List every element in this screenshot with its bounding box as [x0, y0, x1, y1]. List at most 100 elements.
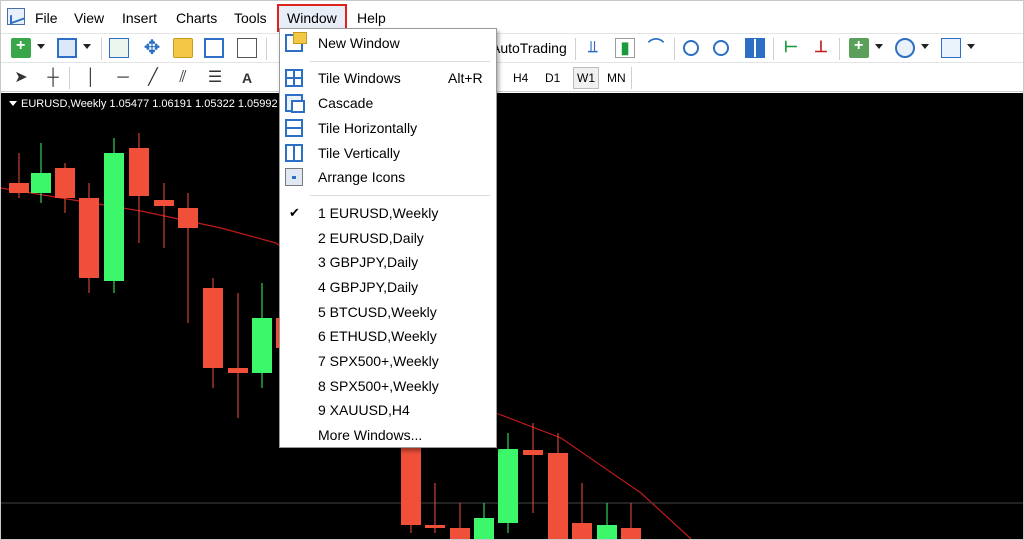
- menu-item-label: 8 SPX500+,Weekly: [318, 378, 439, 394]
- chevron-down-icon[interactable]: [875, 44, 883, 49]
- toolbar-divider: [101, 38, 102, 60]
- menu-item-new-window[interactable]: New Window: [280, 31, 496, 55]
- trendline-icon[interactable]: ╱: [143, 69, 163, 87]
- menu-item-label: Cascade: [318, 95, 374, 111]
- menu-item-window-4[interactable]: 4 GBPJPY,Daily: [280, 275, 496, 299]
- timeframe-h4[interactable]: H4: [513, 69, 528, 87]
- timeframe-d1[interactable]: D1: [545, 69, 560, 87]
- toolbar-divider: [773, 38, 774, 60]
- terminal-icon[interactable]: [204, 38, 224, 58]
- candle-body: [621, 528, 641, 539]
- menu-item-tile-vertically[interactable]: Tile Vertically: [280, 141, 496, 165]
- menu-item-window-1[interactable]: ✔ 1 EURUSD,Weekly: [280, 201, 496, 225]
- zoom-out-icon[interactable]: [713, 40, 729, 56]
- strategy-tester-icon[interactable]: [237, 38, 257, 58]
- menu-charts[interactable]: Charts: [176, 7, 217, 29]
- menu-item-window-3[interactable]: 3 GBPJPY,Daily: [280, 250, 496, 274]
- menu-item-label: Tile Horizontally: [318, 120, 418, 136]
- timeframe-w1[interactable]: W1: [573, 67, 599, 89]
- fibonacci-icon[interactable]: ☰: [205, 69, 225, 87]
- crosshair-icon[interactable]: ┼: [43, 69, 63, 87]
- text-tool-icon[interactable]: A: [237, 69, 257, 87]
- indicators-icon[interactable]: [849, 37, 869, 58]
- templates-icon[interactable]: [941, 38, 961, 58]
- menu-item-cascade[interactable]: Cascade: [280, 91, 496, 115]
- menu-item-window-6[interactable]: 6 ETHUSD,Weekly: [280, 324, 496, 348]
- menu-tools[interactable]: Tools: [234, 7, 267, 29]
- menu-item-label: Arrange Icons: [318, 169, 406, 185]
- menu-item-label: 2 EURUSD,Daily: [318, 230, 424, 246]
- tile-vertically-icon: [285, 144, 303, 162]
- horizontal-line-icon[interactable]: ─: [113, 69, 133, 87]
- equidistant-channel-icon[interactable]: ⫽: [173, 69, 193, 87]
- chart-menu-triangle-icon[interactable]: [9, 101, 17, 106]
- toolbar-divider: [266, 38, 267, 60]
- menu-item-more-windows[interactable]: More Windows...: [280, 423, 496, 447]
- chevron-down-icon[interactable]: [921, 44, 929, 49]
- chevron-down-icon[interactable]: [83, 44, 91, 49]
- candle-body: [450, 528, 470, 539]
- tile-horizontally-icon: [285, 119, 303, 137]
- menu-insert[interactable]: Insert: [122, 7, 157, 29]
- app-logo-icon: [7, 8, 25, 25]
- market-watch-icon[interactable]: [109, 38, 129, 58]
- menu-view[interactable]: View: [74, 7, 104, 29]
- menu-item-label: Tile Windows: [318, 70, 401, 86]
- autotrading-button[interactable]: AutoTrading: [491, 38, 567, 58]
- candle-body: [55, 168, 75, 198]
- chart-symbol-header: EURUSD,Weekly 1.05477 1.06191 1.05322 1.…: [9, 97, 278, 111]
- auto-scroll-icon[interactable]: ⊥: [811, 38, 831, 58]
- menu-separator: [310, 61, 490, 62]
- zoom-in-icon[interactable]: [683, 40, 699, 56]
- mt4-window: File View Insert Charts Tools Window Hel…: [0, 0, 1024, 540]
- menu-item-tile-horizontally[interactable]: Tile Horizontally: [280, 116, 496, 140]
- menu-item-window-2[interactable]: 2 EURUSD,Daily: [280, 226, 496, 250]
- menu-item-label: 9 XAUUSD,H4: [318, 402, 410, 418]
- menu-item-arrange-icons[interactable]: Arrange Icons: [280, 165, 496, 189]
- profiles-icon[interactable]: [57, 38, 77, 58]
- periods-icon[interactable]: [895, 38, 915, 58]
- window-menu-dropdown: New Window Tile Windows Alt+R Cascade Ti…: [279, 28, 497, 448]
- menu-item-label: 1 EURUSD,Weekly: [318, 205, 439, 221]
- menu-bar: File View Insert Charts Tools Window Hel…: [1, 1, 1023, 33]
- data-window-icon[interactable]: ✥: [142, 38, 162, 58]
- checkmark-icon: ✔: [289, 205, 300, 220]
- candle-body: [572, 523, 592, 539]
- candle-body: [203, 288, 223, 368]
- new-chart-icon[interactable]: [11, 37, 31, 58]
- menu-item-label: Tile Vertically: [318, 145, 400, 161]
- vertical-line-icon[interactable]: │: [81, 69, 101, 87]
- cursor-icon[interactable]: ➤: [11, 69, 31, 87]
- chevron-down-icon[interactable]: [967, 44, 975, 49]
- bar-chart-icon[interactable]: ⫫: [583, 38, 603, 58]
- navigator-icon[interactable]: [173, 38, 193, 58]
- menu-item-window-9[interactable]: 9 XAUUSD,H4: [280, 398, 496, 422]
- candle-body: [401, 448, 421, 525]
- price-chart[interactable]: EURUSD,Weekly 1.05477 1.06191 1.05322 1.…: [1, 93, 1023, 539]
- candle-body: [523, 450, 543, 455]
- chart-shift-icon[interactable]: ⊢: [781, 38, 801, 58]
- chevron-down-icon[interactable]: [37, 44, 45, 49]
- candle-body: [79, 198, 99, 278]
- line-chart-icon[interactable]: ⌒: [646, 38, 666, 58]
- menu-item-window-5[interactable]: 5 BTCUSD,Weekly: [280, 300, 496, 324]
- tile-windows-icon[interactable]: [745, 38, 765, 58]
- candle-body: [228, 368, 248, 373]
- menu-item-window-8[interactable]: 8 SPX500+,Weekly: [280, 374, 496, 398]
- new-window-icon: [285, 32, 307, 52]
- menu-item-shortcut: Alt+R: [448, 70, 483, 86]
- candle-body: [154, 200, 174, 206]
- toolbar-divider: [575, 38, 576, 60]
- standard-toolbar: ✥ AutoTrading ⫫ ▮ ⌒ ⊢ ⊥: [1, 33, 1023, 61]
- menu-item-label: 3 GBPJPY,Daily: [318, 254, 419, 270]
- menu-item-window-7[interactable]: 7 SPX500+,Weekly: [280, 349, 496, 373]
- menu-item-tile-windows[interactable]: Tile Windows Alt+R: [280, 66, 496, 90]
- candle-body: [178, 208, 198, 228]
- menu-file[interactable]: File: [35, 7, 58, 29]
- menu-help[interactable]: Help: [357, 7, 386, 29]
- candlesticks-icon[interactable]: ▮: [615, 38, 635, 58]
- timeframe-mn[interactable]: MN: [607, 69, 626, 87]
- candle-body: [129, 148, 149, 196]
- candle-body: [252, 318, 272, 373]
- menu-separator: [310, 195, 490, 196]
